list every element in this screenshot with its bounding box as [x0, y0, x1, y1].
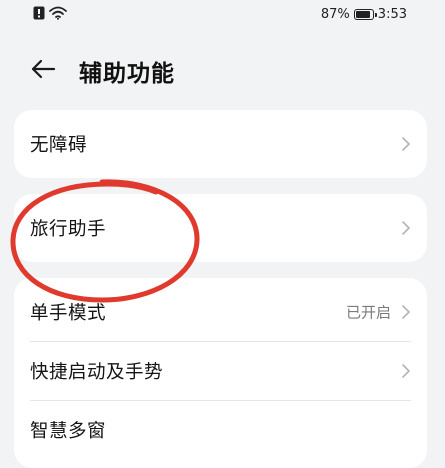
row-label: 单手模式 — [30, 303, 107, 324]
status-right: 87% 3:53 — [321, 7, 407, 22]
row-label: 旅行助手 — [30, 219, 107, 240]
battery-icon — [353, 9, 377, 20]
chevron-right-icon — [402, 364, 410, 378]
row-label: 无障碍 — [30, 135, 88, 156]
settings-card-2: 旅行助手 — [14, 194, 427, 262]
settings-card-1: 无障碍 — [14, 110, 427, 178]
settings-card-3: 单手模式 已开启 快捷启动及手势 智慧多窗 — [14, 278, 427, 468]
status-bar: 87% 3:53 — [0, 0, 445, 32]
battery-percent: 87% — [320, 7, 350, 22]
wifi-icon — [49, 6, 67, 20]
row-label: 智慧多窗 — [30, 421, 107, 442]
battery-fill — [355, 11, 370, 18]
back-button[interactable] — [26, 52, 60, 86]
row-accessibility[interactable]: 无障碍 — [14, 115, 427, 173]
row-travel-assistant[interactable]: 旅行助手 — [14, 199, 427, 257]
chevron-right-icon — [402, 221, 410, 235]
clock: 3:53 — [377, 7, 407, 22]
status-left — [33, 6, 67, 20]
row-one-handed-mode[interactable]: 单手模式 已开启 — [14, 283, 427, 341]
page-header: 辅助功能 — [0, 44, 445, 94]
row-status-value: 已开启 — [345, 303, 391, 322]
page-title: 辅助功能 — [79, 61, 175, 87]
row-shortcuts-gestures[interactable]: 快捷启动及手势 — [14, 342, 427, 400]
arrow-left-icon — [31, 59, 56, 79]
notification-icon — [33, 6, 45, 20]
row-smart-multiwindow[interactable]: 智慧多窗 — [14, 401, 427, 459]
chevron-right-icon — [402, 137, 410, 151]
chevron-right-icon — [402, 305, 410, 319]
row-label: 快捷启动及手势 — [30, 362, 164, 383]
